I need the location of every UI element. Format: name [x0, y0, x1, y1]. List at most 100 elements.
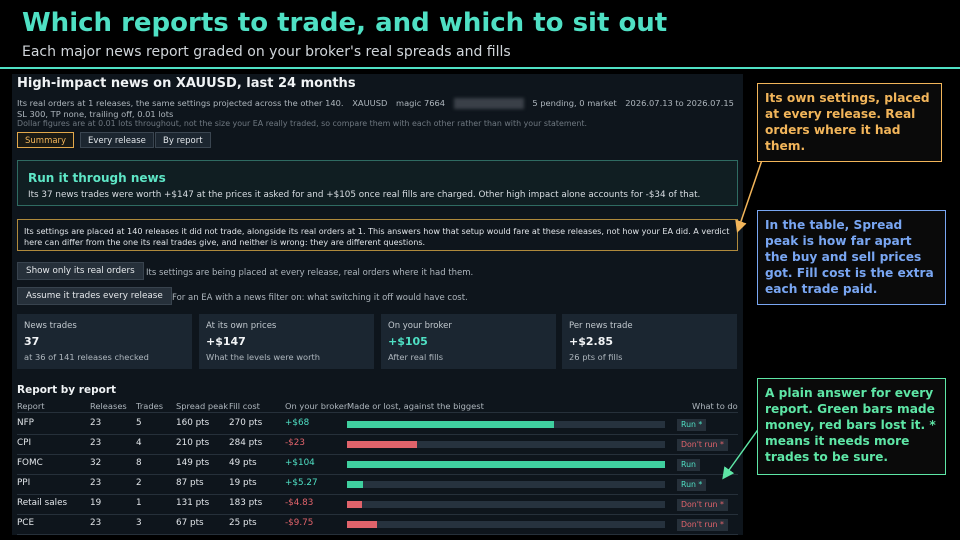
meta-symbol: XAUUSD	[352, 98, 388, 108]
cell-report: NFP	[17, 418, 34, 428]
stat-card-per-trade: Per news trade +$2.85 26 pts of fills	[562, 314, 737, 369]
stat-label: News trades	[24, 321, 77, 331]
verdict-badge[interactable]: Run	[677, 459, 700, 471]
col-header-releases: Releases	[90, 401, 127, 411]
cell-on-broker: -$4.83	[285, 498, 314, 508]
report-panel: High-impact news on XAUUSD, last 24 mont…	[12, 74, 743, 535]
meta-description: Its real orders at 1 releases, the same …	[17, 98, 344, 108]
col-header-what-to-do: What to do	[692, 401, 738, 411]
col-header-spread-peak: Spread peak	[176, 401, 229, 411]
cell-trades: 1	[136, 498, 142, 508]
cell-fill-cost: 270 pts	[229, 418, 263, 428]
cell-spread-peak: 67 pts	[176, 518, 204, 528]
cell-trades: 5	[136, 418, 142, 428]
cell-spread-peak: 131 pts	[176, 498, 210, 508]
stat-detail: What the levels were worth	[206, 352, 321, 362]
cell-report: PPI	[17, 478, 31, 488]
show-real-orders-button[interactable]: Show only its real orders	[17, 262, 144, 280]
verdict-badge[interactable]: Don't run *	[677, 519, 728, 531]
col-header-made-or-lost: Made or lost, against the biggest	[347, 401, 484, 411]
row-divider	[17, 454, 738, 455]
verdict-badge[interactable]: Run *	[677, 419, 707, 431]
stat-card-news-trades: News trades 37 at 36 of 141 releases che…	[17, 314, 192, 369]
meta-order-status: 5 pending, 0 market	[532, 98, 617, 108]
cell-trades: 4	[136, 438, 142, 448]
col-header-report: Report	[17, 401, 45, 411]
cell-releases: 23	[90, 518, 102, 528]
stat-card-own-prices: At its own prices +$147 What the levels …	[199, 314, 374, 369]
row-divider	[17, 514, 738, 515]
cell-report: PCE	[17, 518, 35, 528]
stat-value: +$147	[206, 335, 246, 348]
meta-line-1: Its real orders at 1 releases, the same …	[17, 98, 740, 109]
verdict-badge[interactable]: Don't run *	[677, 499, 728, 511]
stat-label: On your broker	[388, 321, 452, 331]
profit-bar	[347, 421, 554, 428]
cell-report: CPI	[17, 438, 32, 448]
cell-fill-cost: 19 pts	[229, 478, 257, 488]
stat-detail: 26 pts of fills	[569, 352, 623, 362]
stat-value: 37	[24, 335, 40, 348]
redacted-account	[453, 98, 524, 109]
run-verdict-box: Run it through news Its 37 news trades w…	[17, 160, 738, 206]
verdict-badge[interactable]: Run *	[677, 479, 707, 491]
meta-magic: magic 7664	[396, 98, 446, 108]
loss-bar	[347, 521, 377, 528]
cell-fill-cost: 49 pts	[229, 458, 257, 468]
cell-trades: 8	[136, 458, 142, 468]
stat-label: At its own prices	[206, 321, 277, 331]
result-bar-track	[347, 461, 665, 468]
stat-value: +$105	[388, 335, 428, 348]
table-header-divider	[17, 412, 738, 413]
cell-fill-cost: 284 pts	[229, 438, 263, 448]
cell-trades: 3	[136, 518, 142, 528]
callout-own-settings: Its own settings, placed at every releas…	[757, 83, 942, 162]
row-divider	[17, 434, 738, 435]
cell-on-broker: -$23	[285, 438, 305, 448]
result-bar-track	[347, 421, 665, 428]
cell-on-broker: +$68	[285, 418, 310, 428]
cell-releases: 23	[90, 438, 102, 448]
stat-card-on-broker: On your broker +$105 After real fills	[381, 314, 556, 369]
slide-title: Which reports to trade, and which to sit…	[22, 8, 668, 38]
col-header-trades: Trades	[136, 401, 164, 411]
cell-releases: 32	[90, 458, 102, 468]
cell-releases: 23	[90, 418, 102, 428]
show-real-orders-desc: Its settings are being placed at every r…	[146, 268, 474, 278]
loss-bar	[347, 441, 417, 448]
cell-on-broker: +$104	[285, 458, 315, 468]
meta-settings: SL 300, TP none, trailing off, 0.01 lots	[17, 109, 174, 119]
cell-spread-peak: 87 pts	[176, 478, 204, 488]
profit-bar	[347, 481, 363, 488]
row-divider	[17, 534, 738, 535]
col-header-fill-cost: Fill cost	[229, 401, 260, 411]
cell-spread-peak: 149 pts	[176, 458, 210, 468]
result-bar-track	[347, 501, 665, 508]
col-header-on-broker: On your broker	[285, 401, 348, 411]
stat-detail: After real fills	[388, 352, 444, 362]
cell-fill-cost: 183 pts	[229, 498, 263, 508]
stat-detail: at 36 of 141 releases checked	[24, 352, 149, 362]
run-verdict-title: Run it through news	[28, 171, 166, 185]
cell-on-broker: +$5.27	[285, 478, 318, 488]
cell-report: FOMC	[17, 458, 43, 468]
meta-date-range: 2026.07.13 to 2026.07.15	[625, 98, 734, 108]
verdict-badge[interactable]: Don't run *	[677, 439, 728, 451]
projection-note: Its settings are placed at 140 releases …	[17, 219, 738, 251]
callout-verdict-explainer: A plain answer for every report. Green b…	[757, 378, 946, 475]
cell-trades: 2	[136, 478, 142, 488]
title-divider	[0, 67, 960, 69]
callout-spread-explainer: In the table, Spread peak is how far apa…	[757, 210, 946, 305]
assume-every-release-button[interactable]: Assume it trades every release	[17, 287, 172, 305]
run-verdict-text: Its 37 news trades were worth +$147 at t…	[28, 190, 701, 200]
table-title: Report by report	[17, 384, 117, 396]
result-bar-track	[347, 521, 665, 528]
row-divider	[17, 474, 738, 475]
tab-every-release[interactable]: Every release	[80, 132, 154, 148]
loss-bar	[347, 501, 362, 508]
tab-summary[interactable]: Summary	[17, 132, 75, 148]
slide-subtitle: Each major news report graded on your br…	[22, 44, 511, 60]
cell-fill-cost: 25 pts	[229, 518, 257, 528]
result-bar-track	[347, 481, 665, 488]
tab-by-report[interactable]: By report	[155, 132, 211, 148]
